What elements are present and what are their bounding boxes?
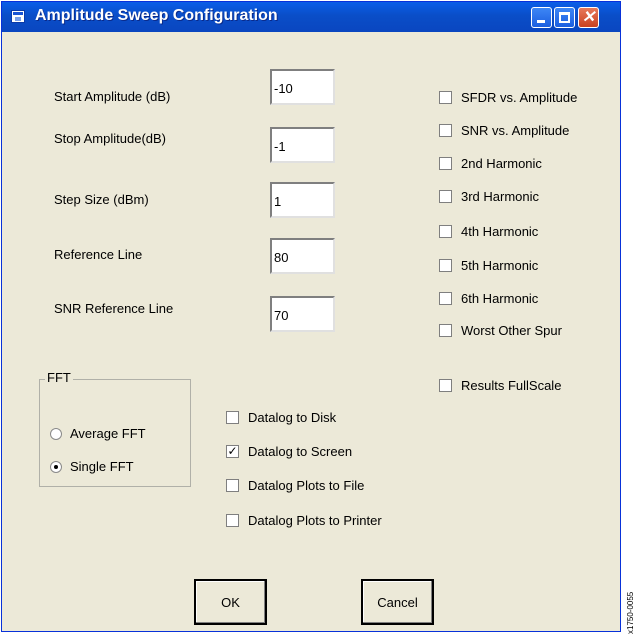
datalog-to-screen-checkbox[interactable]: ✓ Datalog to Screen [226, 444, 352, 459]
checkbox-box[interactable] [439, 292, 452, 305]
maximize-button[interactable] [554, 7, 575, 28]
close-button[interactable]: ✕ [578, 7, 599, 28]
checkbox-box[interactable] [439, 124, 452, 137]
minimize-icon [537, 20, 545, 23]
radio-label: Single FFT [70, 459, 134, 474]
cancel-button[interactable]: Cancel [361, 579, 434, 625]
ok-button[interactable]: OK [194, 579, 267, 625]
checkbox-label: 5th Harmonic [461, 258, 539, 273]
5th-harmonic-checkbox[interactable]: 5th Harmonic [439, 258, 538, 273]
minimize-button[interactable] [531, 7, 552, 28]
checkbox-label: 6th Harmonic [461, 291, 539, 306]
checkbox-label: SNR vs. Amplitude [461, 123, 570, 138]
checkbox-box[interactable] [439, 190, 452, 203]
radio-circle[interactable] [50, 427, 62, 440]
checkbox-label: Datalog to Disk [248, 410, 337, 425]
checkbox-box[interactable] [439, 157, 452, 170]
sfdr-vs-amplitude-checkbox[interactable]: SFDR vs. Amplitude [439, 90, 577, 105]
stop-amplitude-input[interactable] [270, 127, 335, 163]
datalog-plots-to-file-checkbox[interactable]: Datalog Plots to File [226, 478, 364, 493]
checkbox-label: Worst Other Spur [461, 323, 562, 338]
title-bar[interactable]: Amplitude Sweep Configuration ✕ [2, 2, 620, 32]
start-amplitude-input[interactable] [270, 69, 335, 105]
step-size-label: Step Size (dBm) [54, 192, 149, 207]
radio-circle-selected[interactable] [50, 460, 62, 473]
2nd-harmonic-checkbox[interactable]: 2nd Harmonic [439, 156, 542, 171]
snr-vs-amplitude-checkbox[interactable]: SNR vs. Amplitude [439, 123, 569, 138]
checkbox-label: Results FullScale [461, 378, 562, 393]
reference-line-input[interactable] [270, 238, 335, 274]
app-icon [11, 10, 25, 23]
checkbox-box[interactable] [439, 259, 452, 272]
checkbox-label: SFDR vs. Amplitude [461, 90, 578, 105]
3rd-harmonic-checkbox[interactable]: 3rd Harmonic [439, 189, 539, 204]
checkbox-box[interactable] [439, 379, 452, 392]
step-size-input[interactable] [270, 182, 335, 218]
average-fft-radio[interactable]: Average FFT [50, 426, 146, 441]
checkbox-label: Datalog Plots to File [248, 478, 365, 493]
checkbox-box[interactable] [439, 91, 452, 104]
start-amplitude-label: Start Amplitude (dB) [54, 89, 171, 104]
checkbox-label: 3rd Harmonic [461, 189, 540, 204]
checkbox-box[interactable] [226, 514, 239, 527]
results-fullscale-checkbox[interactable]: Results FullScale [439, 378, 561, 393]
worst-other-spur-checkbox[interactable]: Worst Other Spur [439, 323, 562, 338]
dialog-window: Amplitude Sweep Configuration ✕ Start Am… [1, 1, 621, 632]
stop-amplitude-label: Stop Amplitude(dB) [54, 131, 167, 146]
maximize-icon [559, 12, 570, 23]
checkbox-box[interactable] [226, 411, 239, 424]
4th-harmonic-checkbox[interactable]: 4th Harmonic [439, 224, 538, 239]
figure-code: x1750-0055 [624, 586, 638, 634]
checkbox-label: Datalog to Screen [248, 444, 353, 459]
6th-harmonic-checkbox[interactable]: 6th Harmonic [439, 291, 538, 306]
radio-label: Average FFT [70, 426, 146, 441]
check-icon: ✓ [227, 444, 238, 458]
single-fft-radio[interactable]: Single FFT [50, 459, 134, 474]
checkbox-box-checked[interactable]: ✓ [226, 445, 239, 458]
snr-reference-line-label: SNR Reference Line [54, 301, 174, 316]
reference-line-label: Reference Line [54, 247, 143, 262]
checkbox-box[interactable] [439, 324, 452, 337]
checkbox-box[interactable] [439, 225, 452, 238]
checkbox-box[interactable] [226, 479, 239, 492]
figure-code-text: x1750-0055 [626, 591, 635, 634]
close-icon: ✕ [581, 9, 596, 26]
window-title: Amplitude Sweep Configuration [35, 7, 278, 24]
checkbox-label: Datalog Plots to Printer [248, 513, 382, 528]
checkbox-label: 2nd Harmonic [461, 156, 542, 171]
checkbox-label: 4th Harmonic [461, 224, 539, 239]
fft-group-label: FFT [45, 370, 73, 385]
datalog-to-disk-checkbox[interactable]: Datalog to Disk [226, 410, 336, 425]
snr-reference-line-input[interactable] [270, 296, 335, 332]
datalog-plots-to-printer-checkbox[interactable]: Datalog Plots to Printer [226, 513, 382, 528]
